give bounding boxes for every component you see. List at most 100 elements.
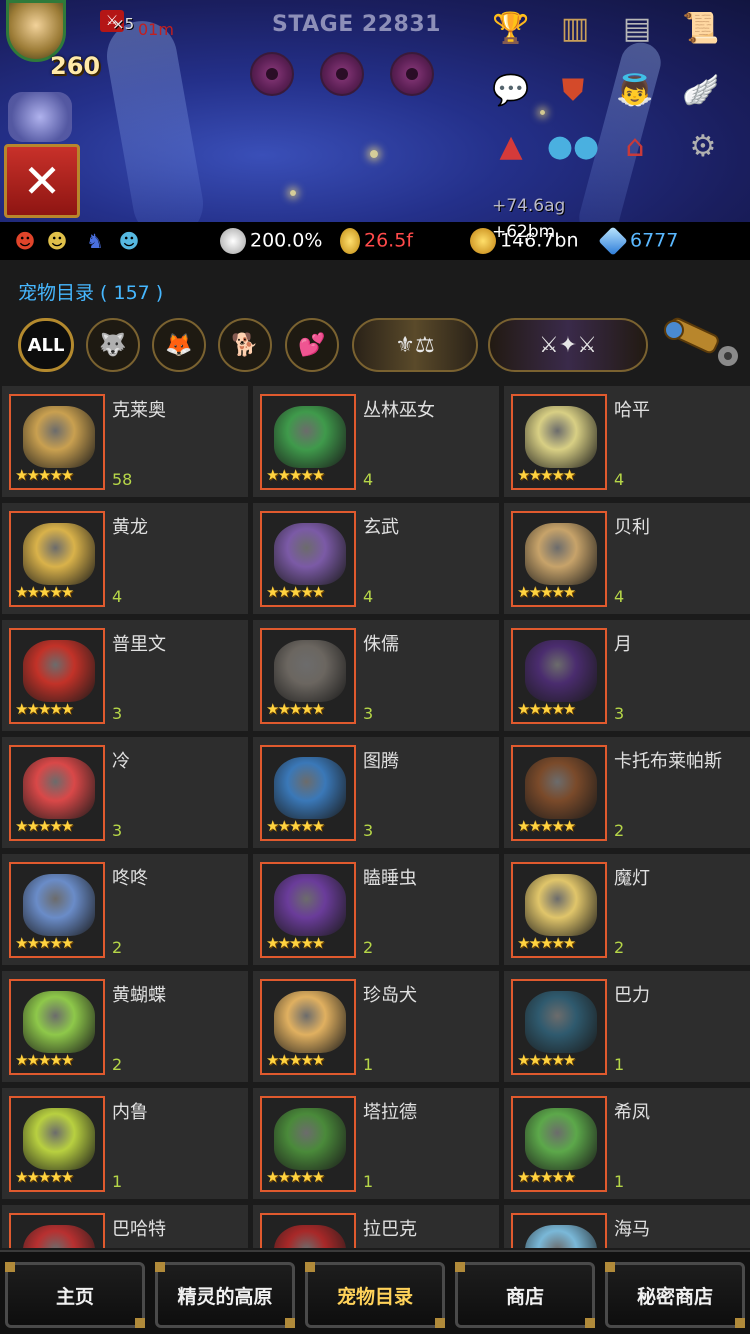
pet-card[interactable]: 拉巴克 xyxy=(253,1205,499,1248)
pet-name: 丛林巫女 xyxy=(363,400,435,421)
nav-home-button[interactable]: 主页 xyxy=(5,1262,145,1328)
pet-card[interactable]: ★★★★★ 珍岛犬 1 xyxy=(253,971,499,1082)
pet-portrait[interactable]: ★★★★★ xyxy=(260,628,356,724)
red-hero-icon[interactable]: ☻ xyxy=(10,226,40,256)
chat-icon[interactable]: 💬 xyxy=(488,70,534,110)
pet-card[interactable]: ★★★★★ 希凤 1 xyxy=(504,1088,750,1199)
pet-portrait[interactable]: ★★★★★ xyxy=(511,394,607,490)
legend-group-icon[interactable]: ⚜⚖ xyxy=(352,318,478,372)
telescope-icon[interactable] xyxy=(662,316,742,372)
gems-value: 6777 xyxy=(630,229,679,252)
pet-card[interactable]: ★★★★★ 塔拉德 1 xyxy=(253,1088,499,1199)
pet-portrait[interactable]: ★★★★★ xyxy=(511,628,607,724)
pet-portrait[interactable] xyxy=(260,1213,356,1248)
pet-name: 侏儒 xyxy=(363,634,399,655)
pet-name: 希凤 xyxy=(614,1102,650,1123)
pet-portrait[interactable]: ★★★★★ xyxy=(511,1096,607,1192)
green-hero-icon[interactable]: ☻ xyxy=(42,226,72,256)
nav-shop-button[interactable]: 商店 xyxy=(455,1262,595,1328)
pet-portrait[interactable]: ★★★★★ xyxy=(260,745,356,841)
house-icon[interactable]: ⌂ xyxy=(612,126,658,166)
diamond-icon xyxy=(598,226,628,256)
blue-robot-icon[interactable]: ☻ xyxy=(114,226,144,256)
angel-icon[interactable]: 👼 xyxy=(612,70,658,110)
pet-card[interactable]: ★★★★★ 哈平 4 xyxy=(504,386,750,497)
wolf-filter-icon[interactable]: 🐺 xyxy=(86,318,140,372)
pet-card[interactable]: ★★★★★ 咚咚 2 xyxy=(2,854,248,965)
trophy-icon[interactable]: 🏆 xyxy=(488,8,534,48)
pet-count: 1 xyxy=(614,1172,625,1191)
filter-all-button[interactable]: ALL xyxy=(18,318,74,372)
pet-card[interactable]: ★★★★★ 内鲁 1 xyxy=(2,1088,248,1199)
pet-creature-art xyxy=(525,1225,597,1248)
pet-creature-art xyxy=(525,1108,597,1170)
pet-card[interactable]: ★★★★★ 卡托布莱帕斯 2 xyxy=(504,737,750,848)
party-icon[interactable]: ●● xyxy=(547,126,599,166)
warning-icon[interactable]: ▲ xyxy=(488,126,534,166)
pet-portrait[interactable]: ★★★★★ xyxy=(511,862,607,958)
quest-book-icon[interactable]: ▤ xyxy=(614,8,660,48)
pet-card[interactable]: ★★★★★ 侏儒 3 xyxy=(253,620,499,731)
medal: 26.5f xyxy=(340,228,413,254)
pet-portrait[interactable]: ★★★★★ xyxy=(9,862,105,958)
pet-card[interactable]: ★★★★★ 魔灯 2 xyxy=(504,854,750,965)
medal-icon xyxy=(340,228,360,254)
pet-portrait[interactable]: ★★★★★ xyxy=(260,979,356,1075)
pet-portrait[interactable]: ★★★★★ xyxy=(260,394,356,490)
gear-icon[interactable]: ⚙ xyxy=(680,126,726,166)
pet-card[interactable]: ★★★★★ 普里文 3 xyxy=(2,620,248,731)
pet-portrait[interactable]: ★★★★★ xyxy=(9,394,105,490)
pet-portrait[interactable]: ★★★★★ xyxy=(9,511,105,607)
pet-card[interactable]: ★★★★★ 玄武 4 xyxy=(253,503,499,614)
pet-card[interactable]: ★★★★★ 克莱奥 58 xyxy=(2,386,248,497)
pet-portrait[interactable]: ★★★★★ xyxy=(511,511,607,607)
second-hero-avatar[interactable] xyxy=(8,92,72,142)
fox-filter-icon[interactable]: 🦊 xyxy=(152,318,206,372)
pet-portrait[interactable]: ★★★★★ xyxy=(511,979,607,1075)
ranking-icon[interactable]: ▥ xyxy=(552,8,598,48)
pet-card[interactable]: ★★★★★ 瞌睡虫 2 xyxy=(253,854,499,965)
pet-count: 1 xyxy=(363,1172,374,1191)
pet-portrait[interactable]: ★★★★★ xyxy=(260,862,356,958)
love-filter-icon[interactable]: 💕 xyxy=(285,318,339,372)
nav-pet-catalog-button[interactable]: 宠物目录 xyxy=(305,1262,445,1328)
pet-creature-art xyxy=(274,991,346,1053)
star-rating: ★★★★★ xyxy=(15,1051,74,1069)
pet-portrait[interactable]: ★★★★★ xyxy=(9,628,105,724)
dog-filter-icon[interactable]: 🐕 xyxy=(218,318,272,372)
scroll-icon[interactable]: 📜 xyxy=(678,8,724,48)
nav-elf-plateau-button[interactable]: 精灵的高原 xyxy=(155,1262,295,1328)
pet-card[interactable]: 巴哈特 xyxy=(2,1205,248,1248)
pet-card[interactable]: ★★★★★ 黄蝴蝶 2 xyxy=(2,971,248,1082)
pet-card[interactable]: 海马 xyxy=(504,1205,750,1248)
pet-card[interactable]: ★★★★★ 丛林巫女 4 xyxy=(253,386,499,497)
pet-portrait[interactable]: ★★★★★ xyxy=(260,1096,356,1192)
pet-card[interactable]: ★★★★★ 巴力 1 xyxy=(504,971,750,1082)
pet-creature-art xyxy=(23,991,95,1053)
pet-count: 2 xyxy=(614,821,625,840)
pet-portrait[interactable]: ★★★★★ xyxy=(9,979,105,1075)
pet-count: 2 xyxy=(112,1055,123,1074)
wings-icon[interactable]: 🪽 xyxy=(678,70,724,110)
pet-portrait[interactable]: ★★★★★ xyxy=(511,745,607,841)
pet-name: 巴力 xyxy=(614,985,650,1006)
pet-portrait[interactable] xyxy=(511,1213,607,1248)
pet-card[interactable]: ★★★★★ 月 3 xyxy=(504,620,750,731)
dark-group-icon[interactable]: ⚔✦⚔ xyxy=(488,318,648,372)
pet-portrait[interactable] xyxy=(9,1213,105,1248)
close-button[interactable]: ✕ xyxy=(4,144,80,218)
pet-portrait[interactable]: ★★★★★ xyxy=(9,745,105,841)
nav-secret-shop-button[interactable]: 秘密商店 xyxy=(605,1262,745,1328)
pet-card[interactable]: ★★★★★ 贝利 4 xyxy=(504,503,750,614)
firefly xyxy=(540,110,545,115)
pet-portrait[interactable]: ★★★★★ xyxy=(9,1096,105,1192)
pet-name: 塔拉德 xyxy=(363,1102,417,1123)
event-banner-icon[interactable]: ⛊ xyxy=(550,70,596,110)
star-rating: ★★★★★ xyxy=(15,466,74,484)
blue-knight-icon[interactable]: ♞ xyxy=(80,226,110,256)
pet-card[interactable]: ★★★★★ 图腾 3 xyxy=(253,737,499,848)
pet-card[interactable]: ★★★★★ 冷 3 xyxy=(2,737,248,848)
pet-creature-art xyxy=(525,640,597,702)
pet-card[interactable]: ★★★★★ 黄龙 4 xyxy=(2,503,248,614)
pet-portrait[interactable]: ★★★★★ xyxy=(260,511,356,607)
